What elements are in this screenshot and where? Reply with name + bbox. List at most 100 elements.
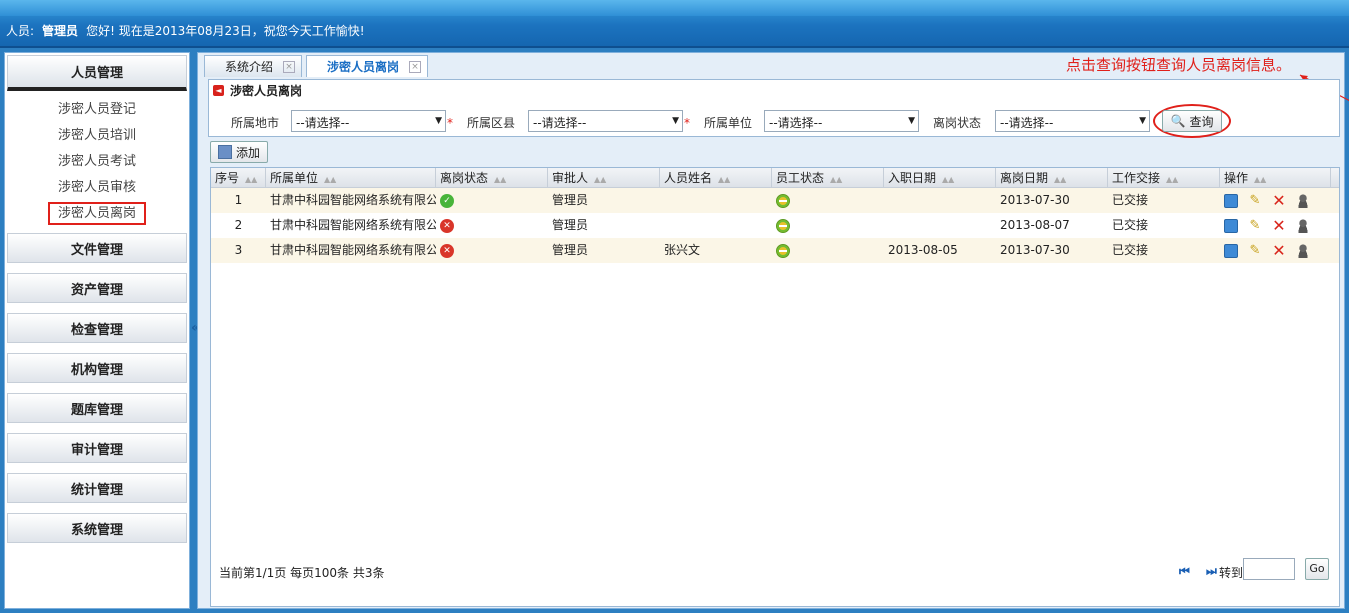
menu-group-system[interactable]: 系统管理	[7, 513, 187, 543]
column-header[interactable]: 员工状态 ▲▲	[772, 168, 884, 188]
pager-info: 当前第1/1页 每页100条 共3条	[219, 566, 385, 580]
search-button[interactable]: 🔍 查询	[1162, 110, 1222, 132]
top-banner: 人员: 管理员 您好! 现在是2013年08月23日，祝您今天工作愉快!	[0, 0, 1349, 48]
check-circle-icon: ✓	[440, 193, 454, 208]
required-mark: *	[684, 116, 690, 130]
cell-emp-status	[772, 213, 884, 238]
submenu-item-register[interactable]: 涉密人员登记	[5, 97, 189, 123]
filter-label-status: 离岗状态	[933, 116, 982, 130]
menu-group-personnel[interactable]: 人员管理	[7, 55, 187, 91]
menu-group-audit[interactable]: 审计管理	[7, 433, 187, 463]
x-circle-icon: ✕	[440, 218, 454, 233]
cell-approver: 管理员	[552, 218, 589, 232]
filter-label-city: 所属地市	[231, 116, 280, 130]
page-nav-icons[interactable]: ⏮ ⏭	[1179, 564, 1223, 579]
close-icon[interactable]: ×	[409, 60, 422, 73]
delete-icon[interactable]: ✕	[1272, 242, 1286, 258]
minus-circle-icon	[776, 193, 790, 208]
greeting-text: 人员: 管理员 您好! 现在是2013年08月23日，祝您今天工作愉快!	[6, 22, 365, 39]
user-icon[interactable]	[1296, 218, 1310, 233]
close-icon[interactable]: ×	[283, 60, 296, 73]
data-grid: 序号 ▲▲ 所属单位 ▲▲ 离岗状态 ▲▲ 审批人 ▲▲ 人员姓名 ▲▲ 员工状态 ▲▲ 入…	[210, 167, 1340, 607]
search-icon: 🔍	[1170, 114, 1186, 128]
grid-header: 序号 ▲▲ 所属单位 ▲▲ 离岗状态 ▲▲ 审批人 ▲▲ 人员姓名 ▲▲ 员工状态 ▲▲ 入…	[211, 168, 1339, 188]
cell-unit: 甘肃中科园智能网络系统有限公	[270, 193, 436, 207]
search-button-label: 查询	[1189, 114, 1214, 129]
submenu-item-exam[interactable]: 涉密人员考试	[5, 149, 189, 175]
edit-icon[interactable]: ✎	[1248, 243, 1262, 258]
table-row[interactable]: 2 甘肃中科园智能网络系统有限公 ✕ 管理员 2013-08-07 已交接 ✎ ✕	[211, 213, 1339, 238]
chevron-down-icon: ▼	[435, 116, 442, 126]
column-header[interactable]: 工作交接 ▲▲	[1108, 168, 1220, 188]
edit-icon[interactable]: ✎	[1248, 193, 1262, 208]
menu-group-inspection[interactable]: 检查管理	[7, 313, 187, 343]
panel-title: 涉密人员离岗	[230, 83, 303, 98]
panel-title-icon: ◄	[213, 84, 224, 96]
submenu-item-review[interactable]: 涉密人员审核	[5, 175, 189, 201]
cell-handover: 已交接	[1112, 243, 1149, 257]
tab-bar: 系统介绍 × 涉密人员离岗 ×	[204, 55, 432, 77]
submenu-item-training[interactable]: 涉密人员培训	[5, 123, 189, 149]
cell-index: 2	[234, 218, 243, 232]
sort-icon: ▲▲	[1166, 175, 1179, 184]
minus-circle-icon	[776, 218, 790, 233]
sort-icon: ▲▲	[324, 175, 337, 184]
column-header[interactable]: 离岗状态 ▲▲	[436, 168, 548, 188]
menu-group-files[interactable]: 文件管理	[7, 233, 187, 263]
column-header[interactable]: 离岗日期 ▲▲	[996, 168, 1108, 188]
cell-emp-status	[772, 238, 884, 263]
sort-icon: ▲▲	[245, 175, 258, 184]
delete-icon[interactable]: ✕	[1272, 217, 1286, 233]
goto-page-input[interactable]	[1243, 558, 1295, 580]
select-county[interactable]: --请选择-- ▼	[528, 110, 683, 132]
menu-group-statistics[interactable]: 统计管理	[7, 473, 187, 503]
cell-handover: 已交接	[1112, 193, 1149, 207]
table-row[interactable]: 3 甘肃中科园智能网络系统有限公 ✕ 管理员 张兴文 2013-08-05 2013-07-…	[211, 238, 1339, 263]
view-icon[interactable]	[1224, 218, 1238, 233]
select-unit[interactable]: --请选择-- ▼	[764, 110, 919, 132]
column-header[interactable]: 入职日期 ▲▲	[884, 168, 996, 188]
cell-handover: 已交接	[1112, 218, 1149, 232]
select-city[interactable]: --请选择-- ▼	[291, 110, 446, 132]
filter-panel: ◄ 涉密人员离岗 所属地市 --请选择-- ▼ * 所属区县 --请选择-- ▼ *…	[208, 79, 1340, 138]
column-header: 操作 ▲▲	[1220, 168, 1331, 188]
filter-label-county: 所属区县	[467, 116, 516, 130]
delete-icon[interactable]: ✕	[1272, 192, 1286, 208]
view-icon[interactable]	[1224, 193, 1238, 208]
user-icon[interactable]	[1296, 243, 1310, 258]
menu-group-assets[interactable]: 资产管理	[7, 273, 187, 303]
menu-group-organization[interactable]: 机构管理	[7, 353, 187, 383]
chevron-down-icon: ▼	[908, 116, 915, 126]
minus-circle-icon	[776, 243, 790, 258]
cell-leave-date: 2013-07-30	[1000, 243, 1070, 257]
column-header[interactable]: 所属单位 ▲▲	[266, 168, 436, 188]
add-button[interactable]: 添加	[210, 141, 268, 163]
cell-actions: ✎ ✕	[1220, 188, 1331, 213]
tab-personnel-departure[interactable]: 涉密人员离岗 ×	[306, 55, 429, 77]
select-status[interactable]: --请选择-- ▼	[995, 110, 1150, 132]
chevron-down-icon: ▼	[1139, 116, 1146, 126]
user-label: 人员:	[6, 24, 35, 38]
menu-group-question-bank[interactable]: 题库管理	[7, 393, 187, 423]
add-record-icon	[217, 145, 232, 159]
cell-approver: 管理员	[552, 193, 589, 207]
table-row[interactable]: 1 甘肃中科园智能网络系统有限公 ✓ 管理员 2013-07-30 已交接 ✎ ✕	[211, 188, 1339, 213]
column-header[interactable]: 序号 ▲▲	[211, 168, 266, 188]
annotation-text: 点击查询按钮查询人员离岗信息。	[1066, 56, 1292, 74]
go-button[interactable]: Go	[1305, 558, 1329, 580]
sort-icon: ▲▲	[942, 175, 955, 184]
tab-system-intro[interactable]: 系统介绍 ×	[204, 55, 303, 77]
cell-index: 3	[234, 243, 243, 257]
column-header[interactable]: 人员姓名 ▲▲	[660, 168, 772, 188]
cell-join-date	[884, 188, 996, 213]
submenu-item-departure[interactable]: 涉密人员离岗	[5, 201, 189, 227]
x-circle-icon: ✕	[440, 243, 454, 258]
edit-icon[interactable]: ✎	[1248, 218, 1262, 233]
cell-unit: 甘肃中科园智能网络系统有限公	[270, 218, 436, 232]
cell-unit: 甘肃中科园智能网络系统有限公	[270, 243, 436, 257]
view-icon[interactable]	[1224, 243, 1238, 258]
cell-leave-status: ✕	[436, 213, 548, 238]
filter-label-unit: 所属单位	[704, 116, 753, 130]
column-header[interactable]: 审批人 ▲▲	[548, 168, 660, 188]
user-icon[interactable]	[1296, 193, 1310, 208]
